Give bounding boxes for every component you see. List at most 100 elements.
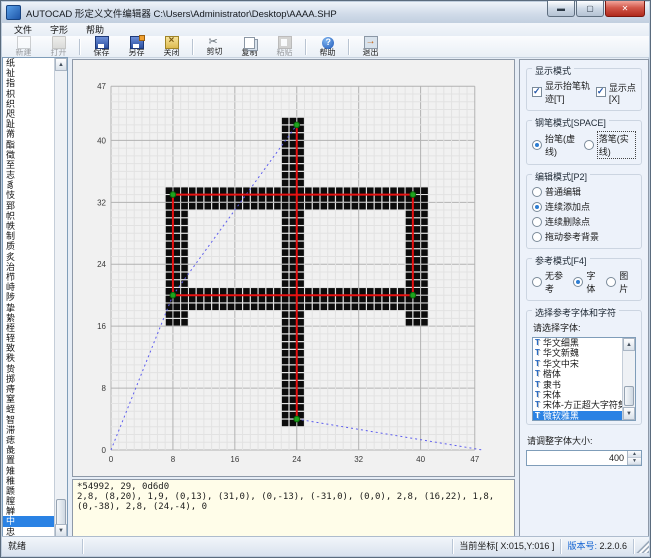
font-list-item[interactable]: T隶书 <box>533 380 622 390</box>
status-ready: 就绪 <box>2 539 83 554</box>
char-list-item[interactable]: 桎 <box>3 323 54 333</box>
radio-image-reference[interactable]: 图片 <box>606 269 636 295</box>
radio-font-reference[interactable]: 字体 <box>573 269 603 295</box>
char-list-item[interactable]: 至 <box>3 160 54 170</box>
radio-normal-edit[interactable]: 普通编辑 <box>532 185 581 198</box>
font-list-item[interactable]: T华文新魏 <box>533 348 622 358</box>
char-list-item[interactable]: 祉 <box>3 68 54 78</box>
scroll-down-arrow-icon[interactable]: ▼ <box>623 407 635 420</box>
font-list-item[interactable]: T楷体 <box>533 369 622 379</box>
title-bar[interactable]: AUTOCAD 形定义文件编辑器 C:\Users\Administrator\… <box>2 2 649 24</box>
menu-glyph[interactable]: 字形 <box>41 22 77 37</box>
char-list-item[interactable]: 挚 <box>3 303 54 313</box>
toolbar-button-save[interactable]: 保存 <box>84 37 119 57</box>
char-list-item[interactable]: 志 <box>3 170 54 180</box>
menu-file[interactable]: 文件 <box>5 22 41 37</box>
radio-dot <box>532 232 542 242</box>
character-listbox[interactable]: 纸祉指枳织咫趾黹酯徵至志豸忮郅帜帙制质炙治栉峙陟挚絷桎轾致秩贽掷痔窒蛭智滞痣彘置… <box>2 57 68 538</box>
char-list-item[interactable]: 黹 <box>3 129 54 139</box>
scroll-up-arrow-icon[interactable]: ▲ <box>623 338 635 351</box>
scrollbar-thumb[interactable] <box>624 386 634 406</box>
menu-help[interactable]: 帮助 <box>77 22 113 37</box>
char-list-item[interactable]: 栉 <box>3 272 54 282</box>
char-list-item[interactable]: 枳 <box>3 89 54 99</box>
spinner-up-icon[interactable]: ▲ <box>628 451 641 458</box>
radio-pen-down[interactable]: 落笔(实线) <box>584 131 636 159</box>
char-list-item[interactable]: 郅 <box>3 201 54 211</box>
char-list-item[interactable]: 窒 <box>3 394 54 404</box>
char-list-item[interactable]: 治 <box>3 262 54 272</box>
font-list-item[interactable]: T华文中宋 <box>533 359 622 369</box>
scroll-up-arrow-icon[interactable]: ▲ <box>55 58 67 71</box>
toolbar-button-saveas[interactable]: 另存 <box>119 37 154 57</box>
char-list-item[interactable]: 贽 <box>3 364 54 374</box>
font-size-value[interactable]: 400 <box>527 451 627 465</box>
font-list-scrollbar[interactable]: ▲ ▼ <box>622 338 635 420</box>
char-list-item[interactable]: 觯 <box>3 506 54 516</box>
radio-drag-reference-background[interactable]: 拖动参考背景 <box>532 230 599 243</box>
glyph-grid-canvas[interactable]: 008816162424323240404747 <box>73 60 514 476</box>
char-list-item[interactable]: 制 <box>3 231 54 241</box>
scrollbar-thumb[interactable] <box>56 499 66 526</box>
char-list-item[interactable]: 炙 <box>3 252 54 262</box>
char-list-item[interactable]: 帙 <box>3 221 54 231</box>
char-list-item[interactable]: 掷 <box>3 374 54 384</box>
truetype-icon: T <box>535 359 540 370</box>
char-list-item[interactable]: 置 <box>3 455 54 465</box>
app-window: AUTOCAD 形定义文件编辑器 C:\Users\Administrator\… <box>0 0 651 558</box>
radio-no-reference[interactable]: 无参考 <box>532 269 570 295</box>
radio-continuous-delete-point[interactable]: 连续删除点 <box>532 215 590 228</box>
char-list-item[interactable]: 彘 <box>3 445 54 455</box>
toolbar-button-exit[interactable]: 退出 <box>353 37 388 57</box>
font-list-item[interactable]: T微软雅黑 <box>533 411 622 420</box>
char-list-item[interactable]: 趾 <box>3 119 54 129</box>
char-list-item[interactable]: 智 <box>3 415 54 425</box>
char-list-item[interactable]: 絷 <box>3 313 54 323</box>
font-list-item[interactable]: T宋体 <box>533 390 622 400</box>
toolbar-button-cut[interactable]: 剪切 <box>197 37 232 57</box>
char-list-item[interactable]: 质 <box>3 241 54 251</box>
char-list-item[interactable]: 陟 <box>3 292 54 302</box>
char-list-item[interactable]: 稚 <box>3 476 54 486</box>
char-list-item[interactable]: 轾 <box>3 333 54 343</box>
char-list-item[interactable]: 致 <box>3 343 54 353</box>
char-list-item[interactable]: 织 <box>3 99 54 109</box>
font-listbox[interactable]: T华文细黑T华文新魏T华文中宋T楷体T隶书T宋体T宋体-方正超大字符集T微软雅黑… <box>532 337 636 421</box>
char-list-item[interactable]: 徵 <box>3 150 54 160</box>
shape-code-editor[interactable]: *54992, 29, 0d6d0 2,8, (8,20), 1,9, (0,1… <box>72 479 515 538</box>
checkbox-show-points[interactable]: 显示点[X] <box>596 81 636 104</box>
toolbar-button-copy[interactable]: 复制 <box>232 37 267 57</box>
char-list-item[interactable]: 酯 <box>3 140 54 150</box>
character-list-scrollbar[interactable]: ▲ ▼ <box>54 58 67 537</box>
svg-text:8: 8 <box>102 384 107 393</box>
toolbar-button-close[interactable]: 关闭 <box>154 37 189 57</box>
char-list-item[interactable]: 指 <box>3 78 54 88</box>
checkbox-show-pen-trace[interactable]: 显示抬笔轨迹[T] <box>532 79 593 105</box>
minimize-button[interactable]: ▬ <box>547 1 575 17</box>
char-list-item[interactable]: 中 <box>3 516 54 526</box>
radio-continuous-add-point[interactable]: 连续添加点 <box>532 200 590 213</box>
toolbar-button-help[interactable]: 帮助 <box>310 37 345 57</box>
font-list-item[interactable]: T华文细黑 <box>533 338 622 348</box>
char-list-item[interactable]: 咫 <box>3 109 54 119</box>
char-list-item[interactable]: 滞 <box>3 425 54 435</box>
spinner-down-icon[interactable]: ▼ <box>628 458 641 465</box>
char-list-item[interactable]: 踬 <box>3 486 54 496</box>
char-list-item[interactable]: 忮 <box>3 190 54 200</box>
char-list-item[interactable]: 痣 <box>3 435 54 445</box>
font-size-spinner[interactable]: 400 ▲ ▼ <box>526 450 642 466</box>
char-list-item[interactable]: 峙 <box>3 282 54 292</box>
char-list-item[interactable]: 痔 <box>3 384 54 394</box>
char-list-item[interactable]: 雉 <box>3 466 54 476</box>
char-list-item[interactable]: 膣 <box>3 496 54 506</box>
font-list-item[interactable]: T宋体-方正超大字符集 <box>533 400 622 410</box>
char-list-item[interactable]: 豸 <box>3 180 54 190</box>
char-list-item[interactable]: 秩 <box>3 353 54 363</box>
radio-pen-up[interactable]: 抬笔(虚线) <box>532 132 581 158</box>
maximize-button[interactable]: ▢ <box>576 1 604 17</box>
resize-grip[interactable] <box>636 540 649 553</box>
char-list-item[interactable]: 蛭 <box>3 404 54 414</box>
close-button[interactable]: ✕ <box>605 1 645 17</box>
char-list-item[interactable]: 帜 <box>3 211 54 221</box>
char-list-item[interactable]: 纸 <box>3 58 54 68</box>
